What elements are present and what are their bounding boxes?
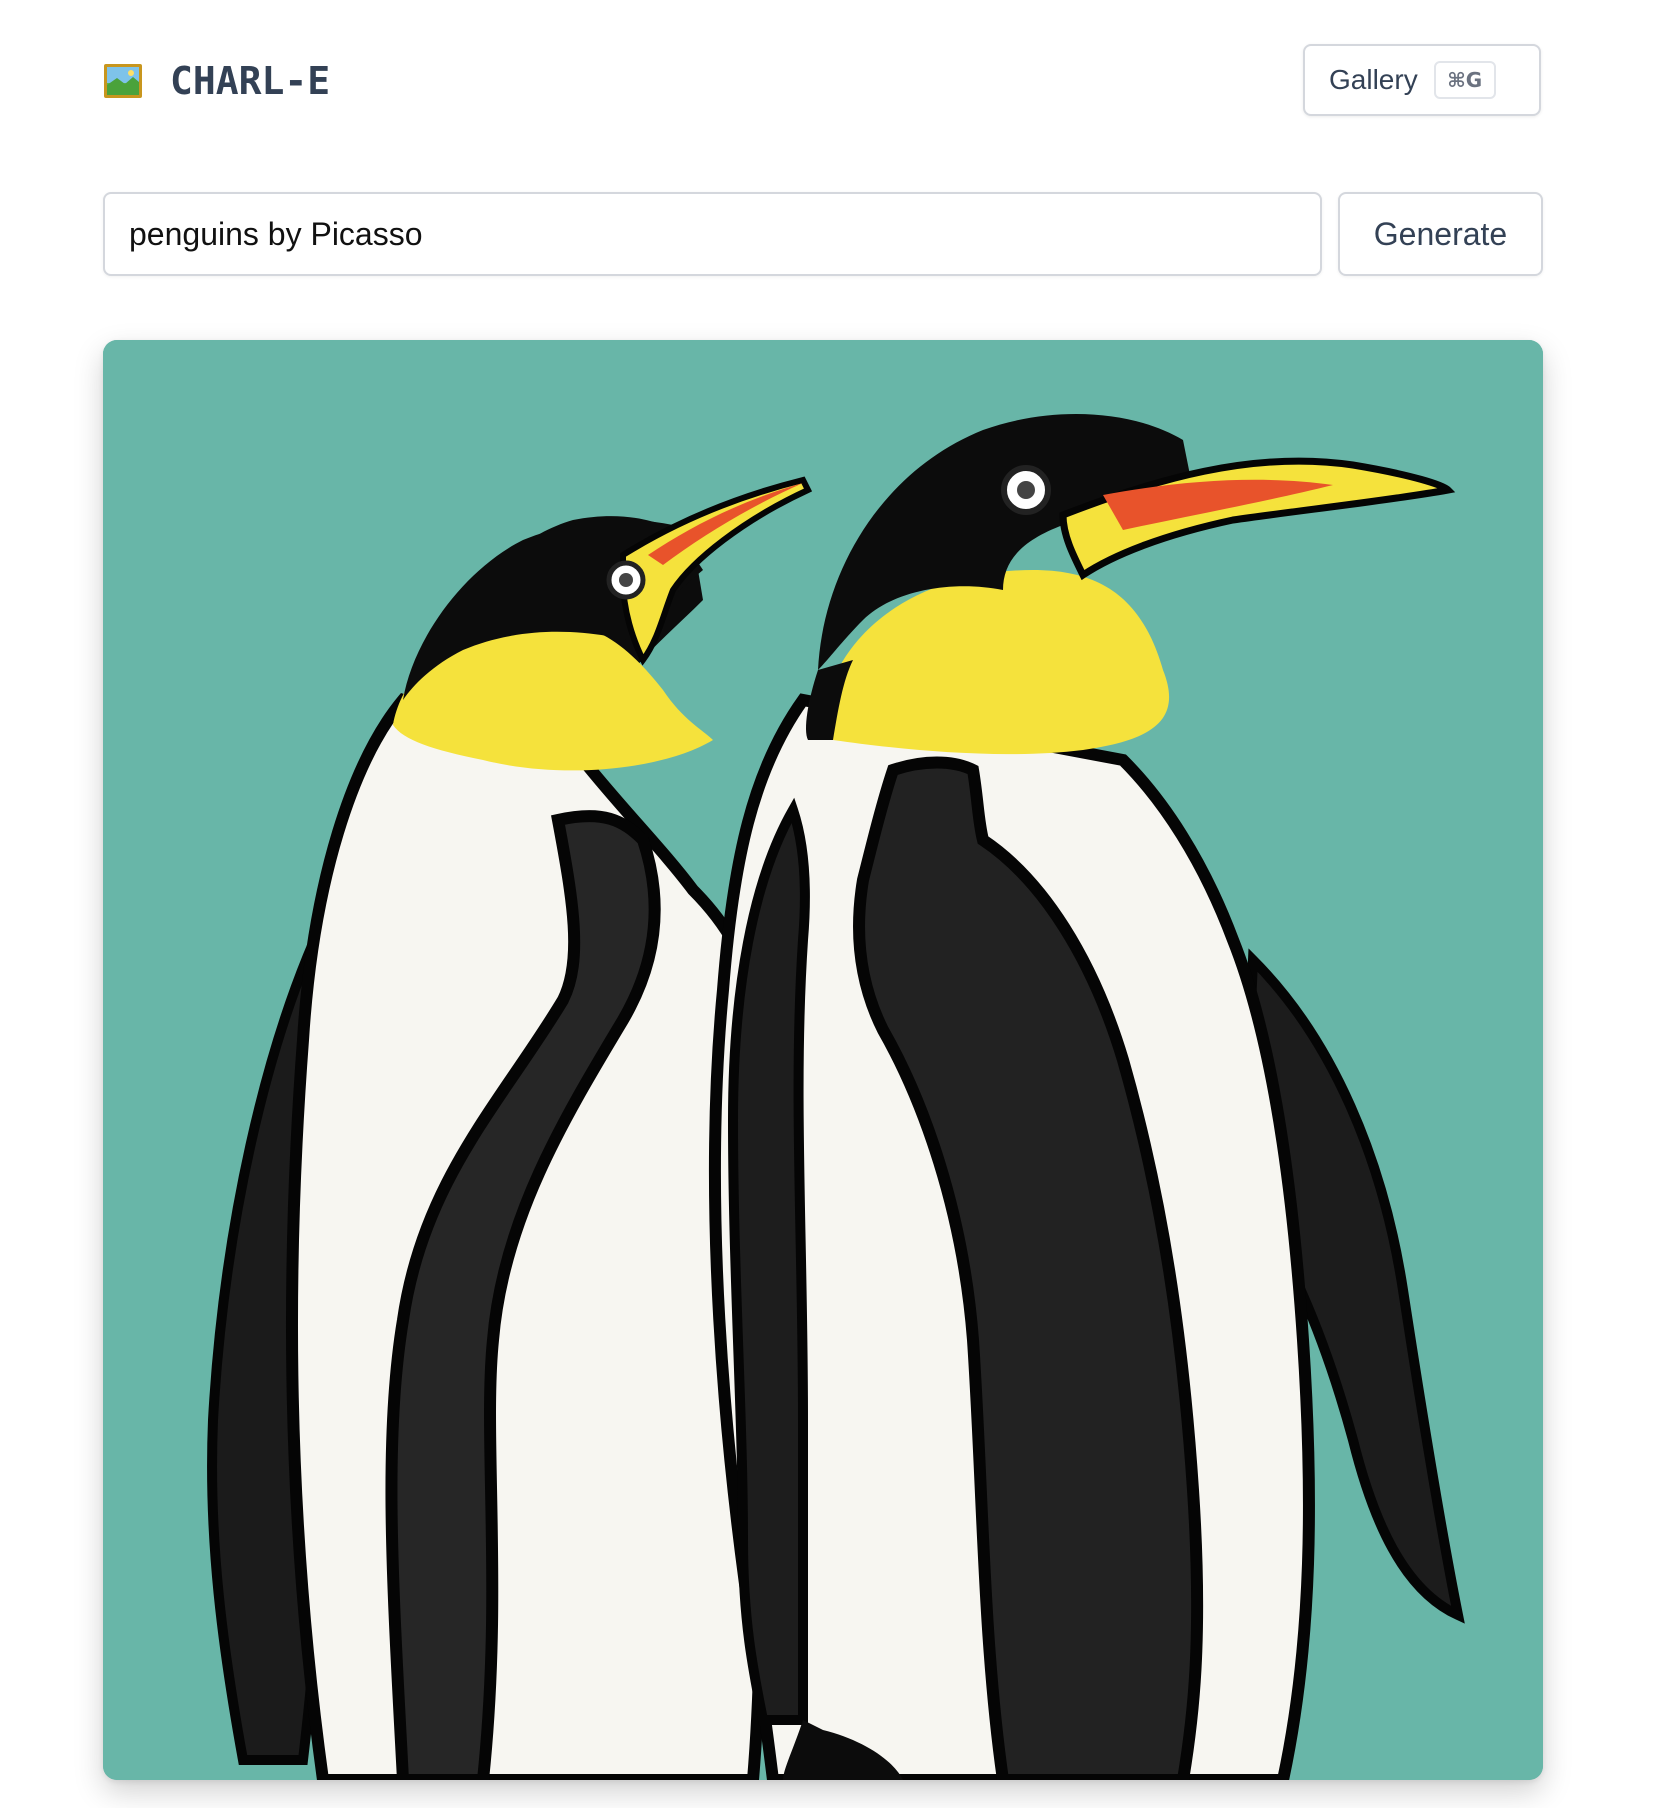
gallery-button-label: Gallery [1329,64,1418,95]
gallery-button[interactable]: Gallery ⌘G [1303,44,1541,116]
framed-picture-icon [103,61,143,101]
app-page: CHARL-E Gallery ⌘G Generate [0,0,1672,1808]
prompt-input[interactable] [103,192,1322,276]
header: CHARL-E Gallery ⌘G [103,44,1543,118]
penguins-painting [103,340,1543,1780]
generated-image [103,340,1543,1780]
app-title: CHARL-E [170,59,331,103]
gallery-shortcut-badge: ⌘G [1433,61,1496,99]
generate-button[interactable]: Generate [1338,192,1543,276]
brand: CHARL-E [103,61,330,101]
